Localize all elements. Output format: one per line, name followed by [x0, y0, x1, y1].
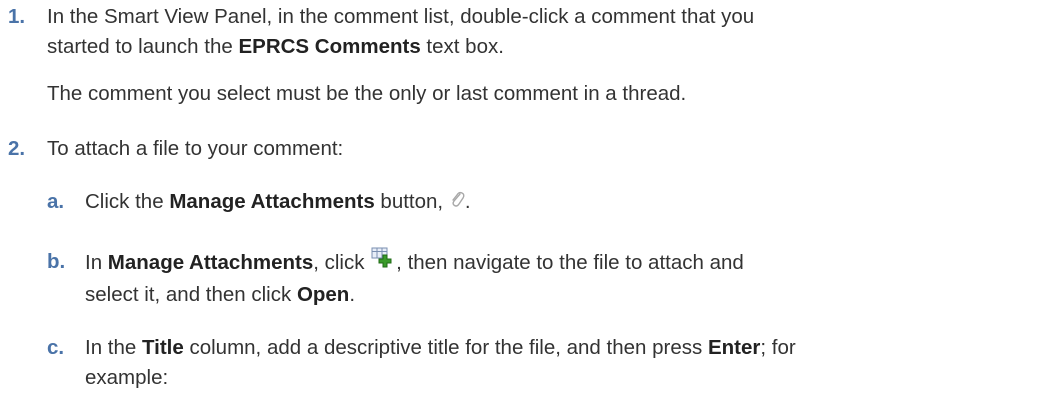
step-number: 2.	[8, 137, 26, 160]
substep-b-line-2: select it, and then click Open.	[85, 280, 1005, 310]
text-segment: text box.	[420, 35, 504, 58]
substep-text: In the Title column, add a descriptive t…	[85, 333, 1005, 393]
text-segment: started to launch the	[47, 35, 239, 58]
text-segment: , click	[313, 251, 371, 274]
text-segment: column, add a descriptive title for the …	[183, 336, 708, 359]
substep-text: Click the Manage Attachments button, .	[85, 187, 1005, 218]
ui-term-enter: Enter	[707, 336, 761, 359]
text-segment: button,	[374, 190, 449, 213]
text-segment: select it, and then click	[85, 283, 297, 306]
substep-c-line-1: In the Title column, add a descriptive t…	[85, 333, 1005, 363]
note-text: The comment you select must be the only …	[47, 82, 687, 105]
text-segment: , then navigate to the file to attach an…	[396, 251, 744, 274]
substep-b-line-1: In Manage Attachments, click , then navi…	[85, 247, 1005, 280]
ui-term-manage-attachments: Manage Attachments	[107, 251, 314, 274]
substep-c-line-2: example:	[85, 366, 169, 389]
ui-term-title: Title	[142, 336, 184, 359]
ui-term-eprcs-comments: EPRCS Comments	[238, 35, 421, 58]
substep-text: In Manage Attachments, click , then navi…	[85, 247, 1005, 310]
text-segment: ; for	[760, 336, 796, 359]
text-segment: In the	[85, 336, 142, 359]
ui-term-manage-attachments: Manage Attachments	[169, 190, 375, 213]
step-1-line-2: started to launch the EPRCS Comments tex…	[47, 32, 1007, 62]
text-segment: .	[464, 190, 471, 213]
text-segment: Click the	[85, 190, 170, 213]
text-segment: In	[85, 251, 108, 274]
text-segment: .	[349, 283, 356, 306]
add-attachment-icon	[370, 247, 396, 280]
instructions-page: 1. In the Smart View Panel, in the comme…	[0, 0, 1037, 396]
ui-term-open: Open	[296, 283, 350, 306]
step-1-line-1: In the Smart View Panel, in the comment …	[47, 5, 755, 28]
substep-letter: a.	[47, 190, 65, 213]
step-text: To attach a file to your comment:	[47, 137, 344, 160]
substep-letter: b.	[47, 250, 66, 273]
step-text: In the Smart View Panel, in the comment …	[47, 2, 1007, 62]
paperclip-icon	[449, 188, 465, 218]
step-number: 1.	[8, 5, 26, 28]
substep-letter: c.	[47, 336, 65, 359]
